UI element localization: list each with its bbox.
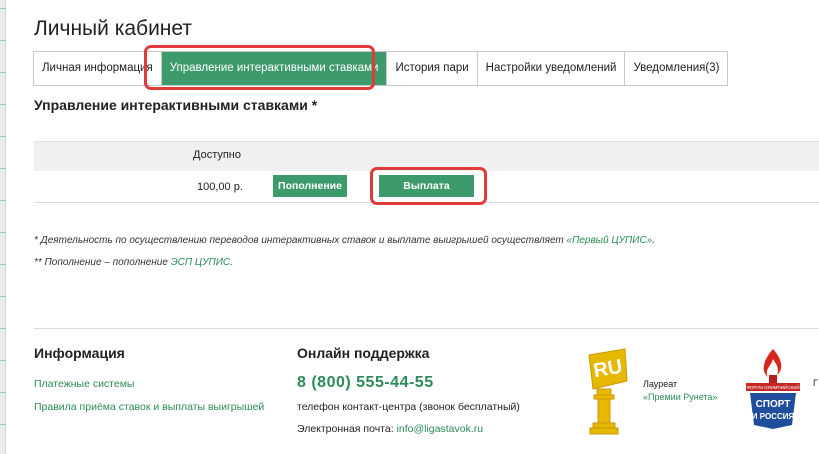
payout-button[interactable]: Выплата выигрыша <box>379 175 474 214</box>
left-edge-strip <box>0 0 6 454</box>
partner-caption-cut: Г <box>813 378 818 388</box>
footer-divider <box>34 328 819 329</box>
sport-russia-logo: ФОРУМ ОЛИМПИЙСКИЙ СПОРТ И РОССИЯ <box>746 349 800 429</box>
support-phone-description: телефон контакт-центра (звонок бесплатны… <box>297 401 520 413</box>
award-caption: Лауреат «Премии Рунета» <box>643 379 718 404</box>
svg-text:СПОРТ: СПОРТ <box>756 399 791 410</box>
available-column-header: Доступно <box>193 149 242 161</box>
page-title: Личный кабинет <box>34 17 192 40</box>
tab-personal-info[interactable]: Личная информация <box>34 52 162 85</box>
first-cupis-link[interactable]: «Первый ЦУПИС» <box>567 235 653 246</box>
footer-support-title: Онлайн поддержка <box>297 345 430 361</box>
svg-text:И РОССИЯ: И РОССИЯ <box>752 412 795 421</box>
payment-systems-link[interactable]: Платежные системы <box>34 378 134 390</box>
support-email-link[interactable]: info@ligastavok.ru <box>397 423 484 435</box>
tab-interactive-bets[interactable]: Управление интерактивными ставками <box>161 52 388 85</box>
support-phone[interactable]: 8 (800) 555-44-55 <box>297 374 434 392</box>
footer-info-title: Информация <box>34 345 125 361</box>
balance-table-header <box>34 141 819 171</box>
betting-rules-link[interactable]: Правила приёма ставок и выплаты выигрыше… <box>34 401 264 413</box>
section-title: Управление интерактивными ставками * <box>34 97 318 113</box>
esp-cupis-link[interactable]: ЭСП ЦУПИС <box>171 257 230 268</box>
available-amount: 100,00 р. <box>197 181 243 193</box>
footnote-operator: * Деятельность по осуществлению переводо… <box>34 235 656 246</box>
topup-button[interactable]: Пополнение ** <box>273 175 347 214</box>
svg-text:ФОРУМ ОЛИМПИЙСКИЙ: ФОРУМ ОЛИМПИЙСКИЙ <box>746 383 799 390</box>
account-tabs: Личная информация Управление интерактивн… <box>33 51 729 86</box>
tab-bet-history[interactable]: История пари <box>387 52 478 85</box>
award-caption-name[interactable]: «Премии Рунета» <box>643 391 717 404</box>
tab-notification-settings[interactable]: Настройки уведомлений <box>477 52 626 85</box>
tab-notifications[interactable]: Уведомления(3) <box>625 52 728 85</box>
footnote-topup: ** Пополнение – пополнение ЭСП ЦУПИС. <box>34 257 233 268</box>
support-email-line: Электронная почта: info@ligastavok.ru <box>297 423 484 435</box>
runet-award-logo: RU <box>588 348 628 435</box>
